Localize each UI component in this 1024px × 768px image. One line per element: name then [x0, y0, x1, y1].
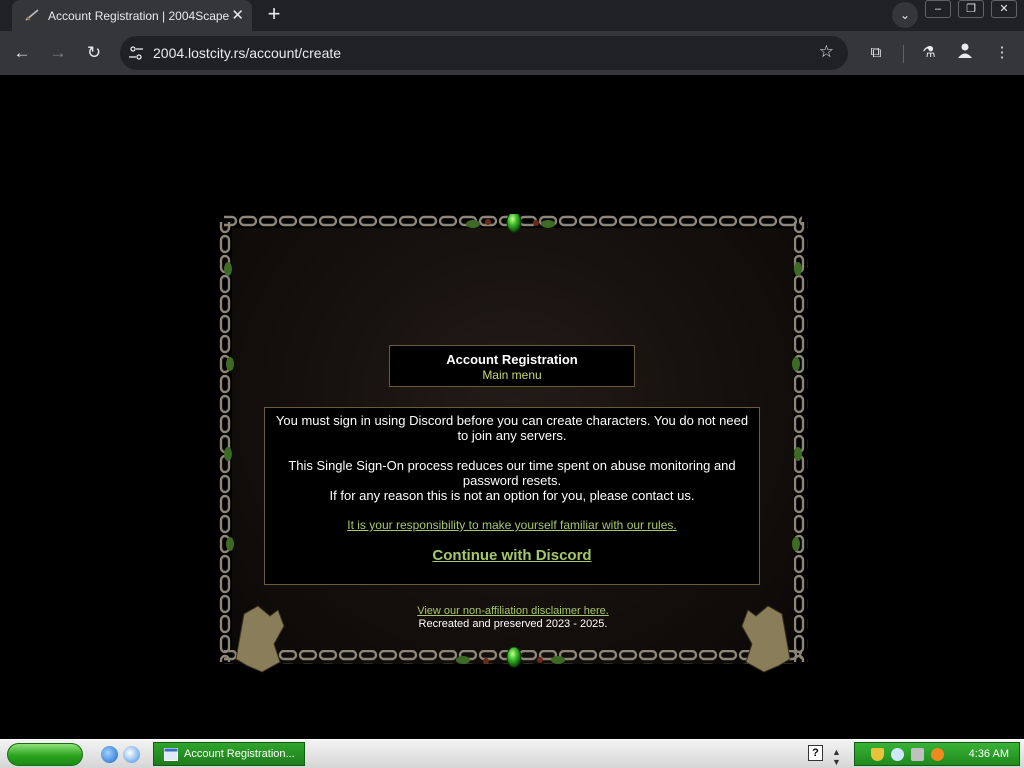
- browser-tab[interactable]: Account Registration | 2004Scape ✕: [12, 0, 252, 31]
- address-bar[interactable]: 2004.lostcity.rs/account/create ☆: [120, 36, 848, 70]
- main-menu-link[interactable]: Main menu: [390, 368, 634, 382]
- continue-with-discord-link[interactable]: Continue with Discord: [265, 548, 759, 563]
- bookmark-star-icon[interactable]: ☆: [819, 42, 834, 62]
- tab-title: Account Registration | 2004Scape: [48, 9, 230, 23]
- sso-explanation-text: This Single Sign-On process reduces our …: [288, 458, 736, 488]
- new-tab-icon[interactable]: +: [262, 3, 286, 27]
- taskbar: Account Registration... ? ▲ ▼ 4:36 AM: [0, 739, 1024, 768]
- forward-icon[interactable]: →: [47, 42, 69, 64]
- browser-toolbar: ← → ↻ 2004.lostcity.rs/account/create ☆ …: [0, 31, 1024, 76]
- content-panel: You must sign in using Discord before yo…: [264, 407, 760, 585]
- restore-button[interactable]: ❐: [958, 0, 984, 18]
- taskbar-window-label: Account Registration...: [184, 748, 295, 760]
- tab-search-icon[interactable]: ⌄: [892, 2, 918, 28]
- window-controls: – ❐ ✕: [925, 0, 1024, 20]
- labs-icon[interactable]: ⚗: [918, 42, 940, 64]
- contact-text: If for any reason this is not an option …: [329, 488, 695, 503]
- network-icon[interactable]: [891, 748, 904, 761]
- favicon-icon: [25, 9, 39, 21]
- url-text[interactable]: 2004.lostcity.rs/account/create: [153, 45, 341, 61]
- close-window-button[interactable]: ✕: [991, 0, 1017, 18]
- tab-strip: Account Registration | 2004Scape ✕ + ⌄ –…: [0, 0, 1024, 31]
- taskbar-window-button[interactable]: Account Registration...: [153, 742, 305, 766]
- profile-icon[interactable]: [954, 42, 976, 64]
- search-tray-icon[interactable]: [931, 748, 944, 761]
- site-info-icon[interactable]: [128, 45, 144, 61]
- browser-quicklaunch-icon[interactable]: [123, 746, 140, 763]
- reload-icon[interactable]: ↻: [83, 42, 105, 64]
- title-panel: Account Registration Main menu: [389, 345, 635, 387]
- tray-expand-icon[interactable]: ▲ ▼: [832, 747, 841, 767]
- discord-requirement-text: You must sign in using Discord before yo…: [275, 413, 749, 443]
- clock: 4:36 AM: [968, 748, 1009, 760]
- start-button[interactable]: [7, 743, 83, 766]
- back-icon[interactable]: ←: [11, 42, 33, 64]
- page-viewport: Account Registration Main menu You must …: [0, 77, 1024, 739]
- window-app-icon: [164, 748, 178, 761]
- internet-explorer-icon[interactable]: [101, 746, 118, 763]
- page-title: Account Registration: [446, 352, 578, 367]
- disclaimer-link[interactable]: View our non-affiliation disclaimer here…: [218, 605, 808, 617]
- menu-icon[interactable]: ⋮: [991, 42, 1013, 64]
- extensions-icon[interactable]: ⧉: [865, 42, 887, 64]
- chain-frame: Account Registration Main menu You must …: [218, 214, 808, 678]
- security-shield-icon[interactable]: [871, 748, 884, 761]
- network-warning-icon[interactable]: [911, 748, 924, 761]
- help-icon[interactable]: ?: [808, 745, 823, 761]
- system-tray: 4:36 AM: [854, 742, 1020, 766]
- copyright-text: Recreated and preserved 2023 - 2025.: [418, 618, 608, 630]
- tab-close-icon[interactable]: ✕: [231, 6, 244, 24]
- rules-link[interactable]: It is your responsibility to make yourse…: [265, 518, 759, 533]
- minimize-button[interactable]: –: [925, 0, 951, 18]
- toolbar-divider: [903, 45, 904, 63]
